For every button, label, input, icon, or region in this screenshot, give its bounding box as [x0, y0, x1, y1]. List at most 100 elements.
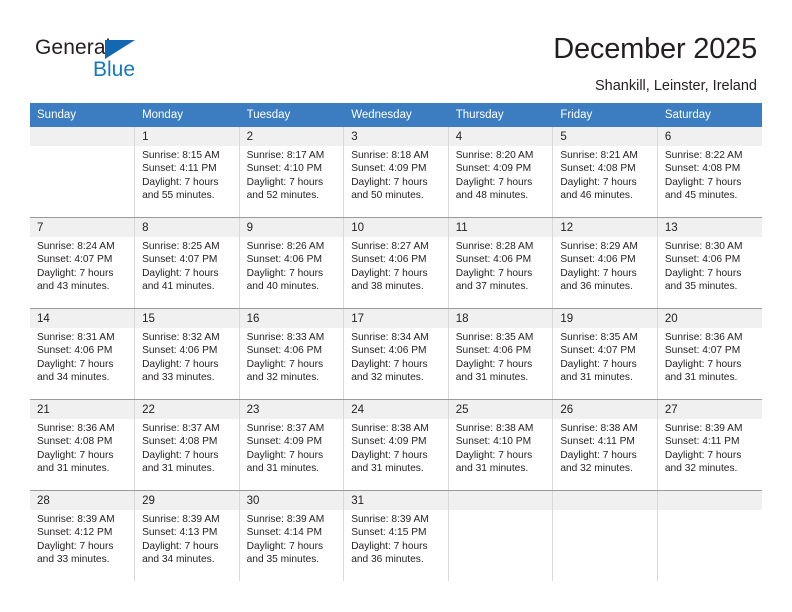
triangle-icon — [105, 40, 135, 59]
calendar-day-cell[interactable]: 25 Sunrise: 8:38 AM Sunset: 4:10 PM Dayligh… — [448, 399, 554, 491]
daylight-text-line1: Daylight: 7 hours — [455, 358, 533, 370]
calendar-day-cell[interactable]: 31 Sunrise: 8:39 AM Sunset: 4:15 PM Dayligh… — [343, 490, 449, 581]
day-number: 23 — [239, 400, 344, 419]
sunrise-text: Sunrise: 8:27 AM — [351, 241, 429, 252]
calendar-day-cell[interactable]: 24 Sunrise: 8:38 AM Sunset: 4:09 PM Dayligh… — [343, 399, 449, 491]
calendar-day-cell[interactable]: 11 Sunrise: 8:28 AM Sunset: 4:06 PM Dayligh… — [448, 217, 554, 309]
day-details: Sunrise: 8:30 AM Sunset: 4:06 PM Daylight:… — [658, 237, 762, 294]
day-number: 9 — [239, 218, 344, 237]
daylight-text-line1: Daylight: 7 hours — [455, 267, 533, 279]
calendar-day-cell[interactable]: 30 Sunrise: 8:39 AM Sunset: 4:14 PM Dayligh… — [239, 490, 345, 581]
day-number — [553, 491, 657, 510]
sunrise-text: Sunrise: 8:30 AM — [664, 241, 743, 252]
day-details: Sunrise: 8:17 AM Sunset: 4:10 PM Daylight:… — [240, 146, 344, 203]
calendar-day-cell[interactable]: 9 Sunrise: 8:26 AM Sunset: 4:06 PM Daylight… — [239, 217, 345, 309]
page-subtitle: Shankill, Leinster, Ireland — [594, 78, 757, 94]
day-details: Sunrise: 8:15 AM Sunset: 4:11 PM Daylight:… — [135, 146, 239, 203]
sunrise-text: Sunrise: 8:21 AM — [560, 150, 638, 161]
calendar-table: Sunday Monday Tuesday Wednesday Thursday… — [30, 103, 762, 581]
sunrise-text: Sunrise: 8:17 AM — [246, 150, 325, 161]
daylight-text-line1: Daylight: 7 hours — [246, 449, 324, 461]
calendar-day-cell[interactable]: 16 Sunrise: 8:33 AM Sunset: 4:06 PM Dayligh… — [239, 308, 345, 400]
daylight-text-line2: and 33 minutes. — [37, 554, 110, 566]
calendar-day-cell[interactable]: 7 Sunrise: 8:24 AM Sunset: 4:07 PM Daylight… — [30, 217, 136, 309]
calendar-day-cell[interactable]: 20 Sunrise: 8:36 AM Sunset: 4:07 PM Dayligh… — [657, 308, 762, 400]
day-number: 20 — [657, 309, 762, 328]
calendar-day-cell[interactable]: 22 Sunrise: 8:37 AM Sunset: 4:08 PM Dayligh… — [134, 399, 240, 491]
day-details: Sunrise: 8:22 AM Sunset: 4:08 PM Daylight:… — [658, 146, 762, 203]
day-details: Sunrise: 8:35 AM Sunset: 4:07 PM Daylight:… — [553, 328, 657, 385]
day-number: 26 — [553, 400, 657, 419]
daylight-text-line1: Daylight: 7 hours — [351, 267, 428, 279]
calendar-day-cell[interactable]: 4 Sunrise: 8:20 AM Sunset: 4:09 PM Daylight… — [448, 127, 554, 218]
daylight-text-line1: Daylight: 7 hours — [142, 449, 219, 461]
day-number: 17 — [344, 309, 448, 328]
calendar-day-cell[interactable]: 18 Sunrise: 8:35 AM Sunset: 4:06 PM Dayligh… — [448, 308, 554, 400]
daylight-text-line2: and 46 minutes. — [560, 190, 633, 202]
daylight-text-line2: and 31 minutes. — [664, 372, 738, 384]
daylight-text-line1: Daylight: 7 hours — [560, 449, 637, 461]
calendar-day-cell[interactable]: 28 Sunrise: 8:39 AM Sunset: 4:12 PM Dayligh… — [30, 490, 136, 581]
calendar-empty-cell — [448, 490, 554, 581]
logo-word-general: General — [35, 36, 111, 59]
calendar-day-cell[interactable]: 29 Sunrise: 8:39 AM Sunset: 4:13 PM Dayligh… — [134, 490, 240, 581]
weekday-header-friday: Friday — [552, 103, 658, 127]
calendar-day-cell[interactable]: 27 Sunrise: 8:39 AM Sunset: 4:11 PM Dayligh… — [657, 399, 762, 491]
daylight-text-line2: and 35 minutes. — [664, 281, 738, 293]
day-details: Sunrise: 8:39 AM Sunset: 4:14 PM Daylight:… — [240, 510, 344, 567]
day-number: 7 — [30, 218, 135, 237]
day-details: Sunrise: 8:34 AM Sunset: 4:06 PM Daylight:… — [344, 328, 448, 385]
daylight-text-line1: Daylight: 7 hours — [351, 540, 428, 552]
calendar-day-cell[interactable]: 26 Sunrise: 8:38 AM Sunset: 4:11 PM Dayligh… — [552, 399, 658, 491]
calendar-day-cell[interactable]: 8 Sunrise: 8:25 AM Sunset: 4:07 PM Daylight… — [134, 217, 240, 309]
calendar-day-cell[interactable]: 2 Sunrise: 8:17 AM Sunset: 4:10 PM Daylight… — [239, 127, 345, 218]
daylight-text-line1: Daylight: 7 hours — [142, 358, 219, 370]
daylight-text-line2: and 31 minutes. — [351, 463, 424, 475]
calendar-week-row: 14 Sunrise: 8:31 AM Sunset: 4:06 PM Dayligh… — [30, 308, 762, 400]
day-details: Sunrise: 8:39 AM Sunset: 4:15 PM Daylight:… — [344, 510, 448, 567]
daylight-text-line1: Daylight: 7 hours — [246, 176, 324, 188]
day-number: 18 — [448, 309, 553, 328]
daylight-text-line2: and 31 minutes. — [560, 372, 633, 384]
sunrise-text: Sunrise: 8:24 AM — [37, 241, 115, 252]
calendar-day-cell[interactable]: 10 Sunrise: 8:27 AM Sunset: 4:06 PM Dayligh… — [343, 217, 449, 309]
sunrise-text: Sunrise: 8:36 AM — [37, 423, 115, 434]
calendar-day-cell[interactable]: 1 Sunrise: 8:15 AM Sunset: 4:11 PM Daylight… — [134, 127, 240, 218]
daylight-text-line1: Daylight: 7 hours — [455, 449, 533, 461]
calendar-day-cell[interactable]: 6 Sunrise: 8:22 AM Sunset: 4:08 PM Daylight… — [657, 127, 762, 218]
daylight-text-line1: Daylight: 7 hours — [560, 176, 637, 188]
day-number: 11 — [448, 218, 553, 237]
day-details: Sunrise: 8:37 AM Sunset: 4:08 PM Daylight:… — [135, 419, 239, 476]
calendar-day-cell[interactable]: 19 Sunrise: 8:35 AM Sunset: 4:07 PM Dayligh… — [552, 308, 658, 400]
daylight-text-line2: and 33 minutes. — [142, 372, 215, 384]
calendar-day-cell[interactable]: 13 Sunrise: 8:30 AM Sunset: 4:06 PM Dayligh… — [657, 217, 762, 309]
calendar-day-cell[interactable]: 23 Sunrise: 8:37 AM Sunset: 4:09 PM Dayligh… — [239, 399, 345, 491]
calendar-day-cell[interactable]: 14 Sunrise: 8:31 AM Sunset: 4:06 PM Dayligh… — [30, 308, 136, 400]
daylight-text-line2: and 36 minutes. — [560, 281, 633, 293]
daylight-text-line1: Daylight: 7 hours — [560, 267, 637, 279]
daylight-text-line1: Daylight: 7 hours — [246, 267, 324, 279]
sunset-text: Sunset: 4:14 PM — [246, 527, 322, 539]
sunset-text: Sunset: 4:11 PM — [142, 163, 217, 175]
sunset-text: Sunset: 4:09 PM — [246, 436, 322, 448]
sunset-text: Sunset: 4:07 PM — [560, 345, 636, 357]
calendar-day-cell[interactable]: 3 Sunrise: 8:18 AM Sunset: 4:09 PM Daylight… — [343, 127, 449, 218]
day-number: 5 — [553, 127, 657, 146]
day-number: 29 — [135, 491, 239, 510]
calendar-day-cell[interactable]: 21 Sunrise: 8:36 AM Sunset: 4:08 PM Dayligh… — [30, 399, 136, 491]
daylight-text-line1: Daylight: 7 hours — [142, 267, 219, 279]
general-blue-logo[interactable]: General Blue — [35, 36, 165, 84]
daylight-text-line1: Daylight: 7 hours — [142, 540, 219, 552]
calendar-day-cell[interactable]: 5 Sunrise: 8:21 AM Sunset: 4:08 PM Daylight… — [552, 127, 658, 218]
daylight-text-line2: and 32 minutes. — [664, 463, 738, 475]
daylight-text-line2: and 32 minutes. — [351, 372, 424, 384]
calendar-day-cell[interactable]: 12 Sunrise: 8:29 AM Sunset: 4:06 PM Dayligh… — [552, 217, 658, 309]
sunset-text: Sunset: 4:06 PM — [37, 345, 113, 357]
calendar-day-cell[interactable]: 15 Sunrise: 8:32 AM Sunset: 4:06 PM Dayligh… — [134, 308, 240, 400]
logo-word-blue: Blue — [93, 58, 136, 81]
calendar-week-row: 1 Sunrise: 8:15 AM Sunset: 4:11 PM Daylight… — [30, 127, 762, 218]
calendar-day-cell[interactable]: 17 Sunrise: 8:34 AM Sunset: 4:06 PM Dayligh… — [343, 308, 449, 400]
day-number: 2 — [239, 127, 344, 146]
day-number: 19 — [553, 309, 657, 328]
day-number: 27 — [657, 400, 762, 419]
